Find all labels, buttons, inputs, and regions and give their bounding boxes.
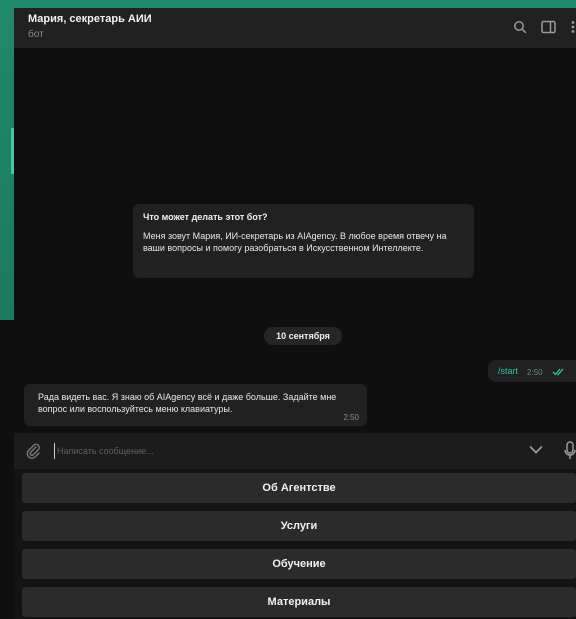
more-icon[interactable] <box>570 20 576 34</box>
double-check-icon <box>552 367 566 376</box>
chat-subtitle: бот <box>28 29 44 40</box>
search-icon[interactable] <box>513 20 527 34</box>
attach-icon[interactable] <box>24 442 42 460</box>
bot-description-text: Меня зовут Мария, ИИ-секретарь из AIAgen… <box>143 231 447 253</box>
chat-title-block[interactable]: Мария, секретарь АИИ бот <box>28 13 152 40</box>
message-time: 2:50 <box>527 368 543 377</box>
message-time: 2:50 <box>343 413 359 422</box>
background-window-dark <box>0 320 14 619</box>
chevron-down-icon[interactable] <box>529 445 543 455</box>
microphone-icon[interactable] <box>564 441 576 461</box>
outgoing-message[interactable]: /start 2:50 <box>488 360 576 382</box>
reply-keyboard: Об Агентстве Услуги Обучение Материалы <box>14 469 576 619</box>
message-text: Рада видеть вас. Я знаю об AIAgency всё … <box>38 392 337 414</box>
sidebar-toggle-icon[interactable] <box>541 20 556 34</box>
keyboard-button-materials[interactable]: Материалы <box>22 587 576 617</box>
chat-header[interactable]: Мария, секретарь АИИ бот <box>14 8 576 48</box>
keyboard-button-services[interactable]: Услуги <box>22 511 576 541</box>
text-cursor <box>54 443 55 459</box>
header-actions <box>513 20 576 34</box>
date-badge: 10 сентября <box>264 327 342 345</box>
message-input[interactable] <box>57 444 477 458</box>
chat-window: Мария, секретарь АИИ бот Что может делат… <box>14 8 576 619</box>
incoming-message[interactable]: Рада видеть вас. Я знаю об AIAgency всё … <box>24 384 367 426</box>
message-composer <box>14 433 576 469</box>
keyboard-button-training[interactable]: Обучение <box>22 549 576 579</box>
message-text[interactable]: /start <box>498 366 518 376</box>
bot-description-title: Что может делать этот бот? <box>143 212 268 222</box>
background-window-top <box>0 0 576 8</box>
keyboard-button-about[interactable]: Об Агентстве <box>22 473 576 503</box>
bot-description-card: Что может делать этот бот? Меня зовут Ма… <box>133 204 474 278</box>
message-area[interactable]: Что может делать этот бот? Меня зовут Ма… <box>14 48 576 433</box>
chat-title: Мария, секретарь АИИ <box>28 13 152 25</box>
